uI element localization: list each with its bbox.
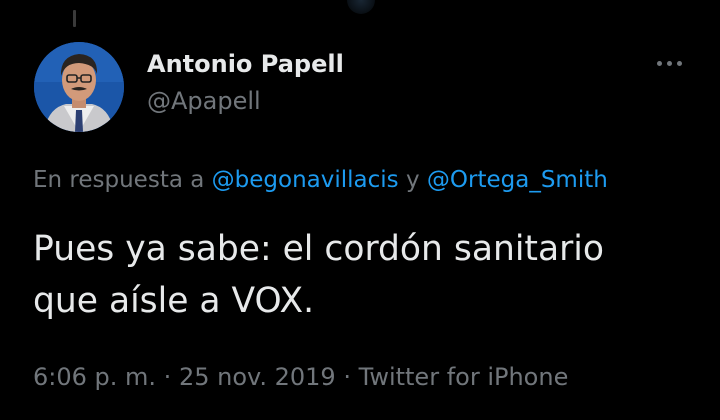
status-bar-fragment	[73, 10, 76, 27]
more-options-button[interactable]	[652, 48, 686, 78]
more-horizontal-icon	[656, 60, 662, 66]
tweet-metadata: 6:06 p. m. · 25 nov. 2019 · Twitter for …	[33, 362, 568, 392]
separator: ·	[343, 363, 351, 391]
author-handle[interactable]: @Apapell	[147, 86, 261, 116]
tweet-text-line: Pues ya sabe: el cordón sanitario	[33, 229, 604, 269]
avatar[interactable]	[34, 42, 124, 132]
more-horizontal-icon-dot	[666, 60, 672, 66]
author-display-name[interactable]: Antonio Papell	[147, 49, 344, 79]
tweet-text-line: que aísle a VOX.	[33, 281, 315, 321]
mention-link[interactable]: @Ortega_Smith	[427, 167, 608, 193]
reply-connector: y	[405, 167, 420, 193]
tweet-source[interactable]: Twitter for iPhone	[359, 363, 569, 391]
reply-prefix: En respuesta a	[33, 167, 205, 193]
separator: ·	[163, 363, 172, 391]
mention-link[interactable]: @begonavillacis	[212, 167, 399, 193]
more-horizontal-icon-dot	[676, 60, 682, 66]
profile-photo	[34, 42, 124, 132]
status-bar-notch	[347, 0, 375, 14]
reply-context: En respuesta a @begonavillacis y @Ortega…	[33, 165, 608, 195]
tweet-text: Pues ya sabe: el cordón sanitario que aí…	[33, 223, 703, 327]
tweet-date[interactable]: 25 nov. 2019	[179, 363, 336, 391]
tweet-time[interactable]: 6:06 p. m.	[33, 363, 156, 391]
